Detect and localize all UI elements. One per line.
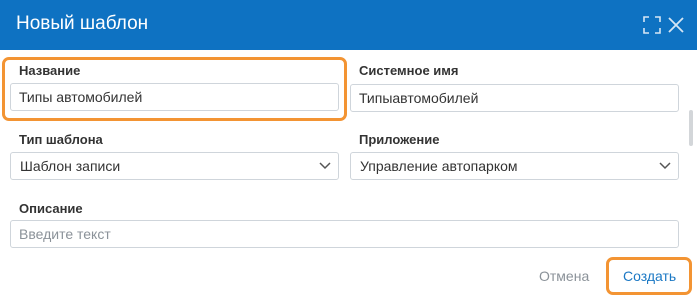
template-type-select[interactable]: Шаблон записи bbox=[10, 152, 339, 180]
template-type-value: Шаблон записи bbox=[20, 158, 121, 174]
dialog-titlebar: Новый шаблон bbox=[0, 0, 697, 50]
name-input[interactable] bbox=[10, 83, 339, 111]
template-type-label: Тип шаблона bbox=[19, 132, 103, 147]
system-name-label: Системное имя bbox=[359, 63, 459, 78]
cancel-button[interactable]: Отмена bbox=[539, 268, 589, 285]
scrollbar[interactable] bbox=[689, 110, 693, 146]
description-input[interactable] bbox=[10, 220, 679, 248]
application-label: Приложение bbox=[359, 132, 440, 147]
close-icon[interactable] bbox=[666, 15, 686, 35]
description-label: Описание bbox=[19, 201, 83, 216]
system-name-input[interactable] bbox=[350, 84, 679, 112]
name-label: Название bbox=[19, 63, 81, 78]
application-select[interactable]: Управление автопарком bbox=[350, 152, 679, 180]
application-value: Управление автопарком bbox=[360, 158, 518, 174]
chevron-down-icon bbox=[319, 162, 331, 170]
expand-icon[interactable] bbox=[642, 15, 662, 35]
dialog-title: Новый шаблон bbox=[16, 13, 149, 34]
new-template-dialog: Новый шаблон Название Системное имя Тип … bbox=[0, 0, 697, 298]
chevron-down-icon bbox=[659, 162, 671, 170]
create-button[interactable]: Создать bbox=[623, 268, 676, 285]
